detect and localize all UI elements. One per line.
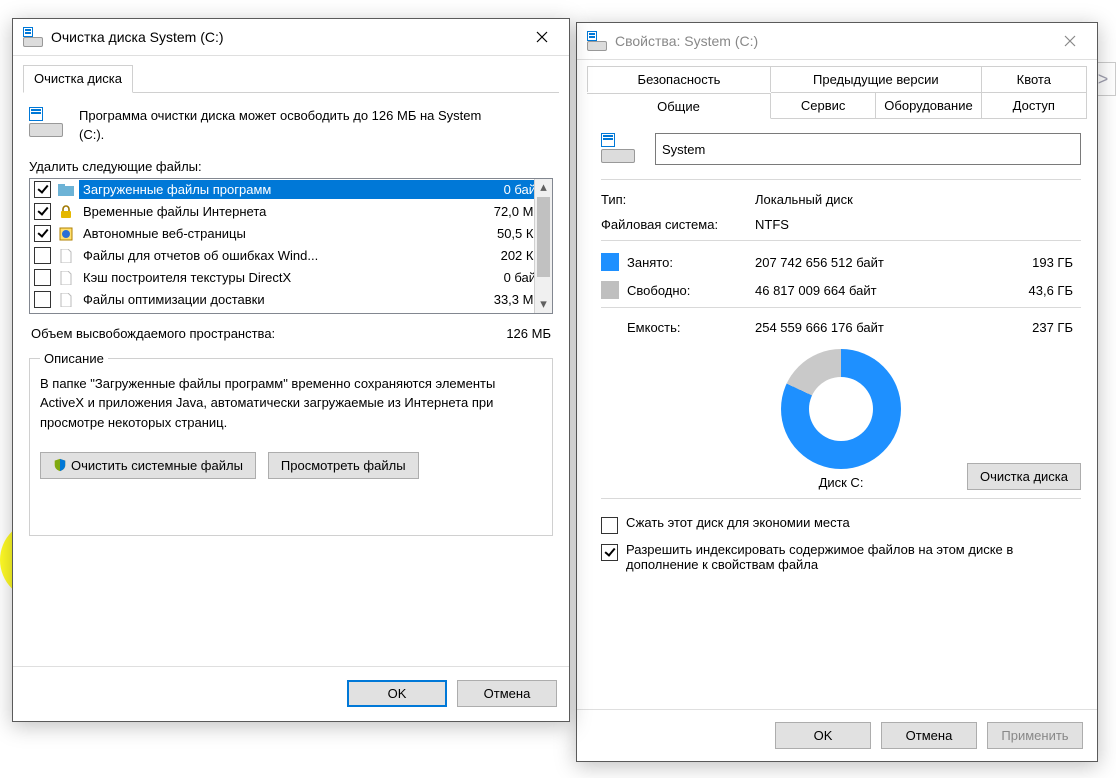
- scrollbar[interactable]: ▴ ▾: [534, 179, 552, 313]
- file-name: Автономные веб-страницы: [79, 224, 466, 243]
- tab-prev-versions[interactable]: Предыдущие версии: [771, 66, 982, 92]
- checkbox-icon[interactable]: [34, 225, 51, 242]
- tab-cleanup[interactable]: Очистка диска: [23, 65, 133, 93]
- ok-button[interactable]: OK: [775, 722, 871, 749]
- type-label: Тип:: [601, 192, 751, 207]
- tab-hardware[interactable]: Оборудование: [876, 92, 981, 118]
- cancel-button[interactable]: Отмена: [881, 722, 977, 749]
- intro-text: Программа очистки диска может освободить…: [79, 107, 509, 145]
- checkbox-icon[interactable]: [34, 203, 51, 220]
- file-list-row[interactable]: Кэш построителя текстуры DirectX0 байт: [30, 267, 552, 289]
- compress-label: Сжать этот диск для экономии места: [626, 515, 850, 530]
- tab-tools[interactable]: Сервис: [771, 92, 876, 118]
- usage-donut-chart: [781, 349, 901, 469]
- apply-button[interactable]: Применить: [987, 722, 1083, 749]
- capacity-label: Емкость:: [601, 320, 751, 335]
- drive-icon: [23, 27, 43, 47]
- capacity-hr: 237 ГБ: [991, 320, 1081, 335]
- used-label: Занято:: [601, 253, 751, 271]
- tab-quota[interactable]: Квота: [982, 66, 1087, 92]
- file-type-icon: [57, 204, 75, 220]
- used-hr: 193 ГБ: [991, 255, 1081, 270]
- file-list-row[interactable]: Файлы оптимизации доставки33,3 МБ: [30, 289, 552, 311]
- file-name: Файлы оптимизации доставки: [79, 290, 466, 309]
- file-type-icon: [57, 226, 75, 242]
- view-files-button[interactable]: Просмотреть файлы: [268, 452, 419, 479]
- description-text: В папке "Загруженные файлы программ" вре…: [40, 374, 542, 433]
- checkbox-icon[interactable]: [34, 181, 51, 198]
- scroll-up-icon[interactable]: ▴: [535, 179, 552, 196]
- drive-icon: [29, 107, 65, 139]
- drive-properties-dialog: Свойства: System (C:) Безопасность Преды…: [576, 22, 1098, 762]
- file-name: Загруженные файлы программ: [79, 180, 466, 199]
- scroll-thumb[interactable]: [537, 197, 550, 277]
- tab-general[interactable]: Общие: [587, 93, 771, 119]
- file-type-icon: [57, 182, 75, 198]
- disk-cleanup-button[interactable]: Очистка диска: [967, 463, 1081, 490]
- uac-shield-icon: [53, 458, 67, 472]
- filesystem-label: Файловая система:: [601, 217, 751, 232]
- drive-icon: [587, 31, 607, 51]
- titlebar[interactable]: Свойства: System (C:): [577, 23, 1097, 60]
- tab-sharing[interactable]: Доступ: [982, 92, 1087, 118]
- free-label: Свободно:: [601, 281, 751, 299]
- clean-system-files-button[interactable]: Очистить системные файлы: [40, 452, 256, 479]
- free-bytes: 46 817 009 664 байт: [755, 283, 987, 298]
- type-value: Локальный диск: [755, 192, 1081, 207]
- freeable-value: 126 МБ: [471, 326, 551, 341]
- file-type-icon: [57, 270, 75, 286]
- window-title: Очистка диска System (C:): [51, 29, 519, 45]
- checkbox-icon[interactable]: [34, 247, 51, 264]
- index-label: Разрешить индексировать содержимое файло…: [626, 542, 1046, 572]
- close-button[interactable]: [519, 22, 565, 52]
- scroll-down-icon[interactable]: ▾: [535, 296, 552, 313]
- description-legend: Описание: [40, 351, 108, 366]
- checkbox-icon[interactable]: [34, 269, 51, 286]
- cancel-button[interactable]: Отмена: [457, 680, 557, 707]
- file-list-row[interactable]: Загруженные файлы программ0 байт: [30, 179, 552, 201]
- disk-cleanup-dialog: Очистка диска System (C:) Очистка диска …: [12, 18, 570, 722]
- file-type-icon: [57, 248, 75, 264]
- file-type-icon: [57, 292, 75, 308]
- capacity-bytes: 254 559 666 176 байт: [755, 320, 987, 335]
- delete-files-label: Удалить следующие файлы:: [23, 151, 559, 178]
- filesystem-value: NTFS: [755, 217, 1081, 232]
- freeable-label: Объем высвобождаемого пространства:: [31, 326, 471, 341]
- used-bytes: 207 742 656 512 байт: [755, 255, 987, 270]
- close-button[interactable]: [1047, 26, 1093, 56]
- window-title: Свойства: System (C:): [615, 33, 1047, 49]
- free-swatch-icon: [601, 281, 619, 299]
- file-list-row[interactable]: Временные файлы Интернета72,0 МБ: [30, 201, 552, 223]
- file-name: Кэш построителя текстуры DirectX: [79, 268, 466, 287]
- tab-strip: Безопасность Предыдущие версии Квота Общ…: [587, 66, 1087, 119]
- checkbox-icon[interactable]: [601, 544, 618, 561]
- description-group: Описание В папке "Загруженные файлы прог…: [29, 351, 553, 537]
- titlebar[interactable]: Очистка диска System (C:): [13, 19, 569, 56]
- file-list-row[interactable]: Файлы для отчетов об ошибках Wind...202 …: [30, 245, 552, 267]
- file-name: Файлы для отчетов об ошибках Wind...: [79, 246, 466, 265]
- drive-icon: [601, 133, 637, 165]
- checkbox-icon[interactable]: [601, 517, 618, 534]
- file-list[interactable]: Загруженные файлы программ0 байтВременны…: [29, 178, 553, 314]
- volume-name-input[interactable]: [655, 133, 1081, 165]
- tab-security[interactable]: Безопасность: [587, 66, 771, 92]
- free-hr: 43,6 ГБ: [991, 283, 1081, 298]
- checkbox-icon[interactable]: [34, 291, 51, 308]
- file-name: Временные файлы Интернета: [79, 202, 466, 221]
- compress-checkbox-row[interactable]: Сжать этот диск для экономии места: [601, 511, 1081, 538]
- index-checkbox-row[interactable]: Разрешить индексировать содержимое файло…: [601, 538, 1081, 576]
- file-list-row[interactable]: Автономные веб-страницы50,5 КБ: [30, 223, 552, 245]
- ok-button[interactable]: OK: [347, 680, 447, 707]
- used-swatch-icon: [601, 253, 619, 271]
